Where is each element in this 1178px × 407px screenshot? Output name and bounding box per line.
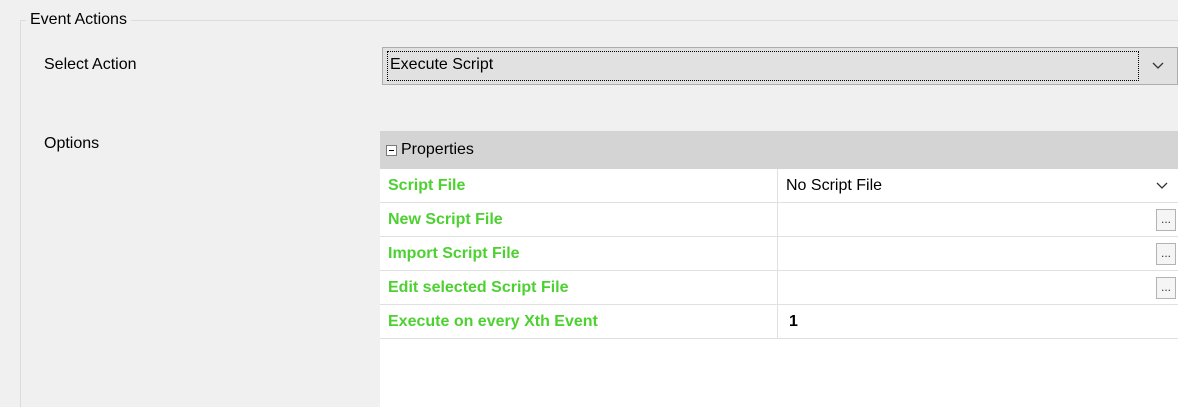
property-name: Script File (380, 169, 778, 202)
chevron-down-icon[interactable] (1152, 169, 1172, 202)
script-file-dropdown[interactable]: No Script File (779, 169, 1178, 202)
property-name: New Script File (380, 203, 778, 236)
property-row-edit-script-file[interactable]: Edit selected Script File ... (380, 271, 1178, 305)
select-action-combobox[interactable]: Execute Script (382, 47, 1178, 85)
options-label: Options (44, 135, 100, 152)
select-action-label: Select Action (44, 56, 137, 73)
property-grid: Properties Script File No Script File Ne… (380, 131, 1178, 407)
ellipsis-button[interactable]: ... (1156, 243, 1176, 265)
select-action-value: Execute Script (390, 56, 494, 73)
property-value: No Script File (786, 177, 883, 194)
groupbox-title: Event Actions (26, 9, 131, 31)
property-row-import-script-file[interactable]: Import Script File ... (380, 237, 1178, 271)
category-properties[interactable]: Properties (380, 131, 1178, 169)
property-value-cell[interactable]: ... (779, 271, 1178, 304)
property-value-cell[interactable]: ... (779, 237, 1178, 270)
chevron-down-icon[interactable] (1143, 48, 1173, 84)
property-name: Import Script File (380, 237, 778, 270)
property-name: Edit selected Script File (380, 271, 778, 304)
focus-rectangle (387, 51, 1139, 81)
property-row-script-file[interactable]: Script File No Script File (380, 169, 1178, 203)
property-name: Execute on every Xth Event (380, 305, 778, 338)
execute-every-xth-event-input[interactable]: 1 (779, 305, 1178, 338)
property-value-cell[interactable]: ... (779, 203, 1178, 236)
property-row-new-script-file[interactable]: New Script File ... (380, 203, 1178, 237)
category-label: Properties (401, 141, 474, 158)
property-row-execute-every-xth-event[interactable]: Execute on every Xth Event 1 (380, 305, 1178, 339)
ellipsis-button[interactable]: ... (1156, 277, 1176, 299)
ellipsis-button[interactable]: ... (1156, 209, 1176, 231)
collapse-icon[interactable] (386, 144, 397, 156)
event-actions-panel: Event Actions Select Action Execute Scri… (0, 0, 1178, 407)
